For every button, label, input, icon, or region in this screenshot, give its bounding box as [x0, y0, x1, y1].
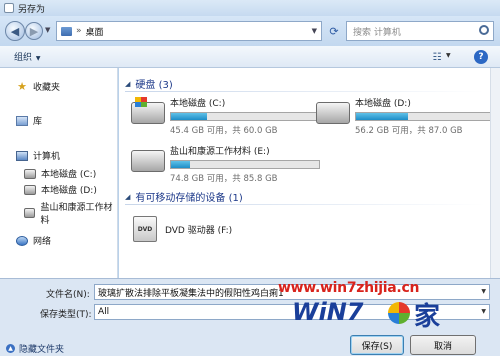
sidebar-item-label: 网络 [33, 237, 52, 247]
library-icon [16, 115, 28, 126]
sidebar-item-libraries[interactable]: 库 [16, 114, 42, 127]
refresh-button[interactable]: ⟳ [326, 22, 342, 40]
dvd-drive-icon: DVD [133, 216, 157, 242]
path-text: 桌面 [85, 27, 104, 38]
drive-usage-bar [355, 112, 500, 121]
view-dropdown-icon[interactable]: ▼ [446, 52, 451, 59]
hard-drive-icon [316, 102, 350, 124]
drive-item-d[interactable]: 本地磁盘 (D:) 56.2 GB 可用，共 87.0 GB [316, 96, 500, 136]
file-list-pane: ◢ 硬盘 (3) 本地磁盘 (C:) 45.4 GB 可用，共 60.0 GB … [119, 68, 500, 278]
sidebar-item-label: 计算机 [33, 152, 61, 162]
filename-value: 玻璃扩散法排除平板凝集法中的假阳性鸡白痢1 [98, 288, 284, 299]
organize-label: 组织 [14, 53, 33, 63]
folder-icon [61, 26, 72, 36]
vertical-scrollbar[interactable] [490, 68, 500, 278]
chevron-up-icon: ▲ [6, 344, 15, 353]
drive-item-dvd[interactable]: DVD DVD 驱动器 (F:) [133, 216, 232, 242]
chevron-down-icon: ▼ [34, 55, 41, 62]
address-bar: ◀ ▶ ▼ » 桌面 ▼ ⟳ 搜索 计算机 [0, 16, 500, 46]
filename-label: 文件名(N): [46, 290, 90, 300]
hide-folders-label: 隐藏文件夹 [19, 345, 65, 355]
sidebar-item-computer[interactable]: 计算机 [16, 149, 60, 162]
drive-name: 本地磁盘 (C:) [170, 99, 226, 109]
drive-item-e[interactable]: 盐山和康源工作材料 (E:) 74.8 GB 可用，共 85.8 GB [131, 144, 320, 184]
hard-drive-icon [24, 168, 36, 179]
group-header-hard-disks[interactable]: ◢ 硬盘 (3) [125, 76, 485, 92]
star-icon: ★ [17, 80, 27, 93]
divider [125, 204, 485, 205]
sidebar-item-label: 本地磁盘 (D:) [41, 186, 97, 196]
sidebar-item-drive-d[interactable]: 本地磁盘 (D:) [24, 183, 97, 196]
window-title: 另存为 [18, 4, 46, 15]
forward-arrow-icon: ▶ [29, 24, 39, 38]
save-type-label: 保存类型(T): [40, 310, 92, 320]
command-bar: 组织 ▼ ☷ ▼ ? [0, 46, 500, 68]
hide-folders-toggle[interactable]: ▲ 隐藏文件夹 [6, 342, 64, 355]
collapse-icon: ◢ [125, 192, 131, 201]
chevron-down-icon[interactable]: ▼ [481, 308, 486, 315]
windows-drive-icon [131, 97, 165, 124]
cancel-button[interactable]: 取消 [410, 335, 476, 355]
path-dropdown-icon[interactable]: ▼ [312, 27, 317, 35]
sidebar-item-label: 库 [33, 117, 43, 127]
filename-field[interactable]: 玻璃扩散法排除平板凝集法中的假阳性鸡白痢1 ▼ [94, 284, 490, 300]
collapse-icon: ◢ [125, 79, 131, 88]
group-header-label: 有可移动存储的设备 (1) [135, 193, 243, 204]
hard-drive-icon [24, 208, 36, 218]
computer-icon [16, 150, 28, 161]
drive-name: 盐山和康源工作材料 (E:) [170, 147, 270, 157]
drive-usage-fill [356, 113, 408, 120]
search-placeholder: 搜索 计算机 [353, 27, 401, 38]
group-header-removable[interactable]: ◢ 有可移动存储的设备 (1) [125, 189, 485, 205]
drive-item-c[interactable]: 本地磁盘 (C:) 45.4 GB 可用，共 60.0 GB [131, 96, 320, 136]
view-options-icon[interactable]: ☷ [428, 51, 446, 63]
sidebar-item-favorites[interactable]: ★ 收藏夹 [16, 80, 60, 93]
recent-pages-dropdown[interactable]: ▼ [45, 26, 50, 34]
drive-usage-fill [171, 161, 191, 168]
forward-button[interactable]: ▶ [25, 22, 43, 40]
group-header-label: 硬盘 (3) [135, 80, 173, 91]
drive-space-text: 74.8 GB 可用，共 85.8 GB [170, 174, 278, 184]
back-button[interactable]: ◀ [5, 21, 25, 41]
sidebar-item-label: 盐山和康源工作材料 [40, 203, 113, 226]
drive-usage-bar [170, 112, 320, 121]
chevron-right-icon[interactable]: » [76, 26, 82, 36]
organize-button[interactable]: 组织 ▼ [14, 50, 41, 63]
path-input[interactable]: » 桌面 ▼ [56, 21, 322, 41]
back-arrow-icon: ◀ [10, 24, 20, 38]
search-icon [479, 25, 489, 35]
drive-name: DVD 驱动器 (F:) [165, 225, 233, 236]
sidebar-item-drive-c[interactable]: 本地磁盘 (C:) [24, 167, 96, 180]
save-type-value: All [98, 307, 110, 317]
drive-space-text: 45.4 GB 可用，共 60.0 GB [170, 126, 278, 136]
sidebar-item-label: 收藏夹 [33, 83, 61, 93]
drive-space-text: 56.2 GB 可用，共 87.0 GB [355, 126, 463, 136]
help-icon[interactable]: ? [474, 50, 488, 64]
divider [125, 91, 485, 92]
network-icon [16, 235, 28, 246]
save-button[interactable]: 保存(S) [350, 335, 404, 355]
title-bar: 另存为 [0, 0, 500, 16]
refresh-icon: ⟳ [329, 24, 339, 38]
hard-drive-icon [131, 150, 165, 172]
drive-name: 本地磁盘 (D:) [355, 99, 411, 109]
search-input[interactable]: 搜索 计算机 [346, 21, 494, 41]
hard-drive-icon [24, 184, 36, 195]
save-type-select[interactable]: All ▼ [94, 304, 490, 320]
app-icon [4, 3, 14, 13]
chevron-down-icon[interactable]: ▼ [481, 288, 486, 295]
sidebar-item-label: 本地磁盘 (C:) [41, 170, 97, 180]
sidebar-item-network[interactable]: 网络 [16, 234, 51, 247]
drive-usage-bar [170, 160, 320, 169]
sidebar-item-drive-e[interactable]: 盐山和康源工作材料 [24, 200, 117, 226]
drive-usage-fill [171, 113, 207, 120]
navigation-pane: ★ 收藏夹 库 计算机 本地磁盘 (C:) 本地磁盘 (D:) 盐山和康源工作材… [0, 68, 118, 278]
